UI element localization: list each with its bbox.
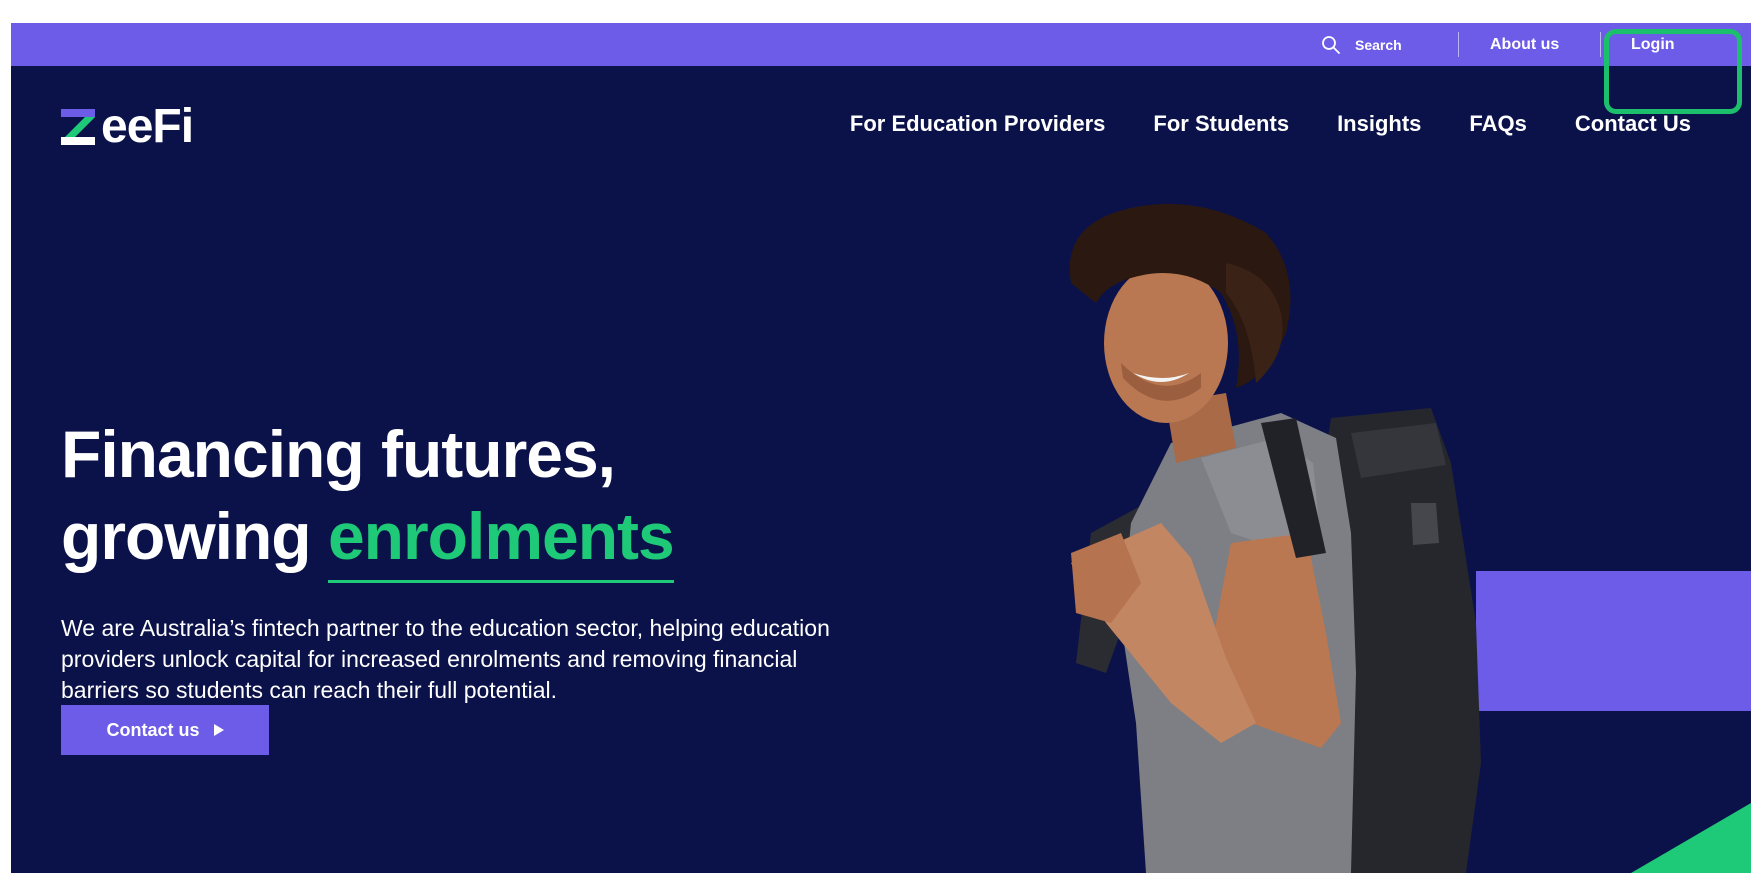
zeefi-logo[interactable]: eeFi — [61, 100, 194, 153]
contact-us-button-label: Contact us — [106, 719, 200, 740]
search-link[interactable]: Search — [1321, 23, 1402, 66]
site-frame: Search About us Login eeFi For Education… — [11, 23, 1751, 873]
login-highlight-box — [1604, 29, 1742, 114]
hero-title-line1: Financing futures, — [61, 417, 616, 491]
main-nav: For Education Providers For Students Ins… — [850, 111, 1691, 137]
contact-us-button[interactable]: Contact us — [61, 705, 269, 755]
nav-item-faqs[interactable]: FAQs — [1469, 111, 1526, 137]
hero-description: We are Australia’s fintech partner to th… — [61, 615, 830, 703]
search-label: Search — [1355, 36, 1402, 53]
about-us-link[interactable]: About us — [1490, 23, 1559, 66]
hero-title-accent: enrolments — [327, 495, 675, 583]
hero-title-line2-prefix: growing — [61, 499, 328, 573]
zeefi-z-logo-icon — [61, 109, 95, 145]
nav-item-students[interactable]: For Students — [1153, 111, 1289, 137]
decorative-green-corner — [1631, 803, 1751, 873]
nav-item-insights[interactable]: Insights — [1337, 111, 1421, 137]
utility-divider — [1600, 32, 1601, 57]
nav-item-contact-us[interactable]: Contact Us — [1575, 111, 1691, 137]
search-icon — [1322, 35, 1340, 54]
logo-text: eeFi — [101, 100, 194, 153]
hero-title: Financing futures, growing enrolments — [61, 413, 675, 583]
utility-divider — [1458, 32, 1459, 57]
nav-item-education-providers[interactable]: For Education Providers — [850, 111, 1106, 137]
utility-bar: Search About us Login — [11, 23, 1751, 66]
student-with-backpack-image — [1069, 203, 1481, 873]
play-arrow-icon — [213, 724, 224, 736]
